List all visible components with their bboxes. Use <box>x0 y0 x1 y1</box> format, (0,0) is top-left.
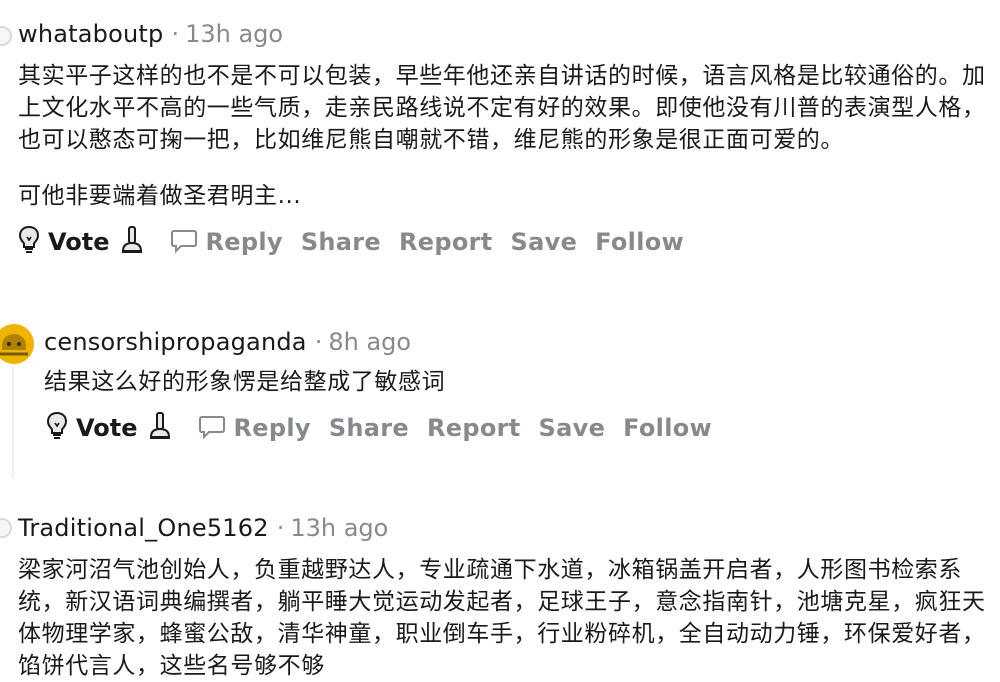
comment-actions: Vote Reply Share Report Save Follow <box>0 408 1000 448</box>
comment-header: censorshipropaganda · 8h ago <box>0 322 1000 362</box>
comment-meta: · 13h ago <box>171 20 284 48</box>
username[interactable]: whataboutp <box>18 14 163 54</box>
comment-paragraph: 梁家河沼气池创始人，负重越野达人，专业疏通下水道，冰箱锅盖开启者，人形图书检索系… <box>18 557 986 679</box>
lightbulb-icon[interactable] <box>18 225 40 259</box>
comment-header: Traditional_One5162 · 13h ago <box>0 508 1000 548</box>
comment-paragraph: 其实平子这样的也不是不可以包装，早些年他还亲自讲话的时候，语言风格是比较通俗的。… <box>18 63 986 153</box>
vote-label: Vote <box>76 414 138 442</box>
username[interactable]: censorshipropaganda <box>44 322 307 362</box>
comment-censorshipropaganda: censorshipropaganda · 8h ago 结果这么好的形象愣是给整… <box>0 322 1000 478</box>
speech-bubble-icon[interactable] <box>198 412 226 444</box>
comment-whataboutp: whataboutp · 13h ago 其实平子这样的也不是不可以包装，早些年他… <box>0 14 1000 262</box>
thread-line[interactable] <box>12 366 14 478</box>
report-button[interactable]: Report <box>399 228 493 256</box>
save-button[interactable]: Save <box>511 228 578 256</box>
comment-traditional-one5162: Traditional_One5162 · 13h ago 梁家河沼气池创始人，负… <box>0 508 1000 682</box>
timestamp: 13h ago <box>185 20 284 48</box>
speech-bubble-icon[interactable] <box>170 226 198 258</box>
save-button[interactable]: Save <box>539 414 606 442</box>
follow-button[interactable]: Follow <box>595 228 684 256</box>
plunger-icon[interactable] <box>148 411 172 445</box>
timestamp: 13h ago <box>290 514 389 542</box>
comment-meta: · 13h ago <box>276 514 389 542</box>
timestamp: 8h ago <box>328 328 412 356</box>
reply-button[interactable]: Reply <box>206 228 283 256</box>
comment-body: 结果这么好的形象愣是给整成了敏感词 <box>0 366 1000 398</box>
comment-actions: Vote Reply Share Report Save Follow <box>0 222 1000 262</box>
comment-meta: · 8h ago <box>314 328 412 356</box>
share-button[interactable]: Share <box>329 414 409 442</box>
lightbulb-icon[interactable] <box>46 411 68 445</box>
follow-button[interactable]: Follow <box>623 414 712 442</box>
comment-header: whataboutp · 13h ago <box>0 14 1000 54</box>
username[interactable]: Traditional_One5162 <box>18 508 269 548</box>
vote-label: Vote <box>48 228 110 256</box>
comment-paragraph: 结果这么好的形象愣是给整成了敏感词 <box>44 369 446 395</box>
reply-button[interactable]: Reply <box>234 414 311 442</box>
plunger-icon[interactable] <box>120 225 144 259</box>
comment-paragraph: 可他非要端着做圣君明主... <box>18 183 302 209</box>
comment-body: 梁家河沼气池创始人，负重越野达人，专业疏通下水道，冰箱锅盖开启者，人形图书检索系… <box>0 554 1000 682</box>
share-button[interactable]: Share <box>301 228 381 256</box>
report-button[interactable]: Report <box>427 414 521 442</box>
comment-body: 其实平子这样的也不是不可以包装，早些年他还亲自讲话的时候，语言风格是比较通俗的。… <box>0 60 1000 212</box>
